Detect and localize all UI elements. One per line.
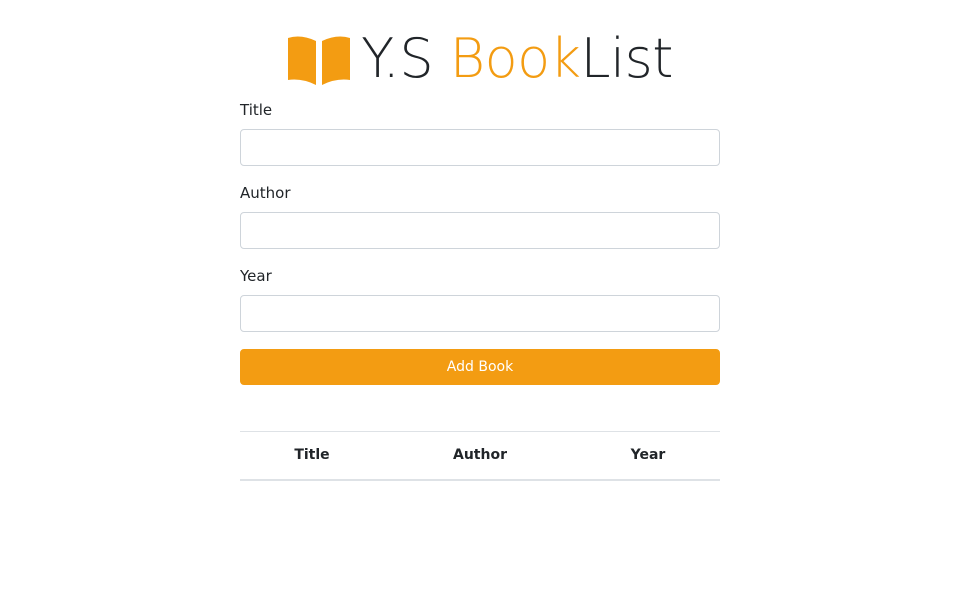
title-field-group: Title bbox=[240, 100, 720, 166]
year-field-group: Year bbox=[240, 266, 720, 332]
author-label: Author bbox=[240, 184, 291, 202]
table-header-row: Title Author Year bbox=[240, 431, 720, 481]
add-book-button[interactable]: Add Book bbox=[240, 349, 720, 385]
app-container: Y.S BookList Title Author Year Add Book … bbox=[0, 0, 960, 600]
year-label: Year bbox=[240, 267, 272, 285]
brand-suffix: List bbox=[580, 27, 673, 90]
title-label: Title bbox=[240, 101, 273, 119]
author-field-group: Author bbox=[240, 183, 720, 249]
author-input[interactable] bbox=[240, 212, 720, 249]
year-input[interactable] bbox=[240, 295, 720, 332]
column-header-title: Title bbox=[240, 431, 384, 481]
column-header-author: Author bbox=[384, 431, 576, 481]
brand-accent: Book bbox=[449, 27, 581, 90]
app-header: Y.S BookList bbox=[0, 24, 960, 94]
book-open-icon bbox=[288, 36, 351, 85]
app-title: Y.S BookList bbox=[361, 32, 673, 86]
table-header: Title Author Year bbox=[240, 431, 720, 481]
title-input[interactable] bbox=[240, 129, 720, 166]
brand-prefix: Y.S bbox=[361, 27, 450, 90]
column-header-year: Year bbox=[576, 431, 720, 481]
book-list-table: Title Author Year bbox=[240, 431, 720, 481]
book-form: Title Author Year Add Book bbox=[240, 100, 720, 385]
